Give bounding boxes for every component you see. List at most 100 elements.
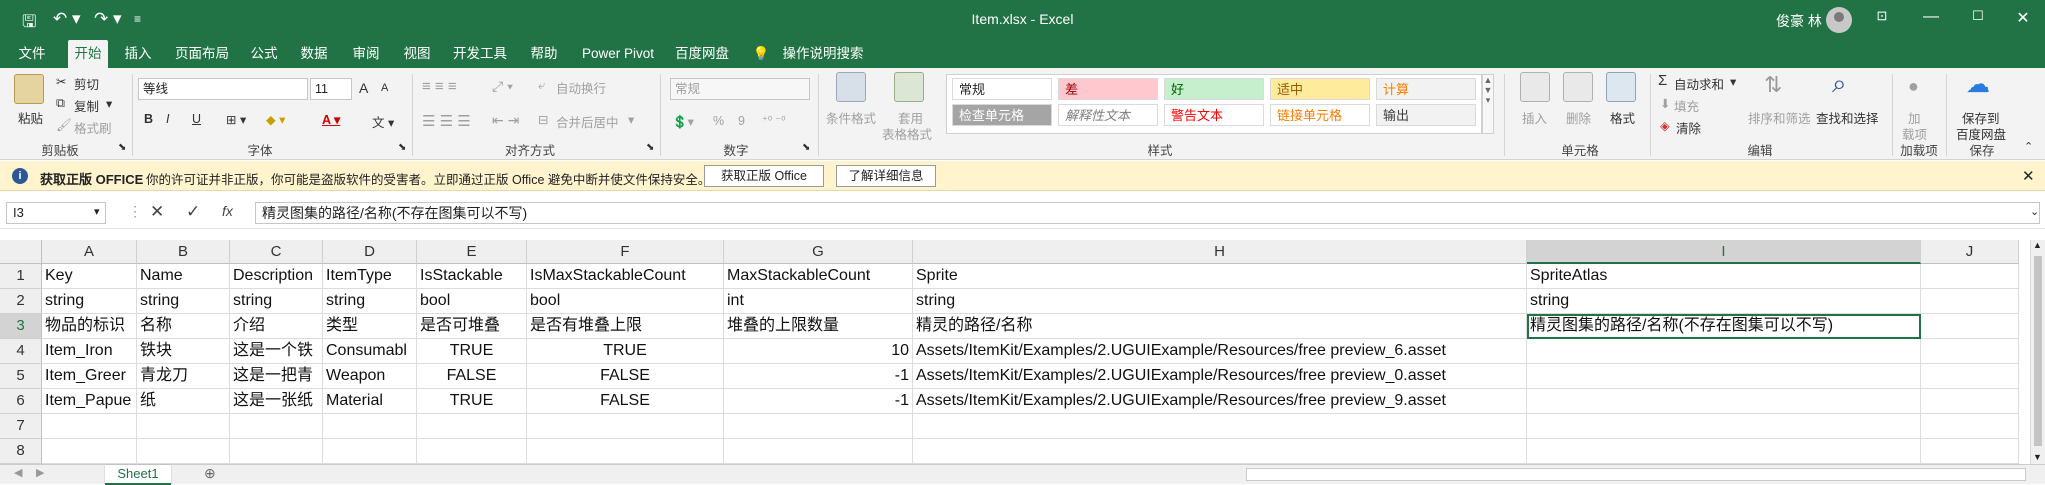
cell-style-5[interactable]: 检查单元格 xyxy=(952,104,1052,126)
maximize-icon[interactable]: ☐ xyxy=(1958,8,1998,24)
cell-style-0[interactable]: 常规 xyxy=(952,78,1052,100)
cell-b2[interactable]: string xyxy=(137,289,230,314)
cell-c2[interactable]: string xyxy=(230,289,323,314)
cell-style-6[interactable]: 解释性文本 xyxy=(1058,104,1158,126)
cell-d2[interactable]: string xyxy=(323,289,417,314)
cell-g1[interactable]: MaxStackableCount xyxy=(724,264,913,289)
sort-filter-icon[interactable]: ⇅ xyxy=(1764,72,1782,98)
next-sheet-icon[interactable]: ▶ xyxy=(36,466,44,479)
cell-f5[interactable]: FALSE xyxy=(527,364,724,389)
cell-c5[interactable]: 这是一把青 xyxy=(230,364,323,389)
cell-style-7[interactable]: 警告文本 xyxy=(1164,104,1264,126)
learn-more-button[interactable]: 了解详细信息 xyxy=(836,165,936,187)
cell-e3[interactable]: 是否可堆叠 xyxy=(417,314,527,339)
cell-e6[interactable]: TRUE xyxy=(417,389,527,414)
tab-formulas[interactable]: 公式 xyxy=(246,40,282,68)
column-header-j[interactable]: J xyxy=(1921,240,2019,264)
close-icon[interactable]: ✕ xyxy=(2003,8,2043,28)
column-header-e[interactable]: E xyxy=(417,240,527,264)
cell-f1[interactable]: IsMaxStackableCount xyxy=(527,264,724,289)
cell-g7[interactable] xyxy=(724,414,913,439)
chevron-down-icon[interactable]: ▾ xyxy=(106,96,112,111)
tell-me-search[interactable]: 操作说明搜索 xyxy=(778,40,868,68)
cell-h6[interactable]: Assets/ItemKit/Examples/2.UGUIExample/Re… xyxy=(913,389,1527,414)
cell-e8[interactable] xyxy=(417,439,527,464)
column-header-b[interactable]: B xyxy=(137,240,230,264)
cell-h2[interactable]: string xyxy=(913,289,1527,314)
cell-h1[interactable]: Sprite xyxy=(913,264,1527,289)
borders-icon[interactable]: ⊞ ▾ xyxy=(226,112,246,127)
avatar[interactable] xyxy=(1826,7,1852,33)
font-size-select[interactable]: 11 xyxy=(310,78,352,100)
cell-i7[interactable] xyxy=(1527,414,1921,439)
fill-color-icon[interactable]: ◆ ▾ xyxy=(266,112,285,127)
insert-cells-button[interactable]: 插入 xyxy=(1522,108,1547,127)
cell-style-8[interactable]: 链接单元格 xyxy=(1270,104,1370,126)
spreadsheet-grid[interactable]: A B C D E F G H I J 1 Key Name Description ItemType IsS… xyxy=(0,240,2030,464)
sort-filter-button[interactable]: 排序和筛选 xyxy=(1748,108,1811,127)
sheet-tab[interactable]: Sheet1 xyxy=(105,465,171,485)
cell-j1[interactable] xyxy=(1921,264,2019,289)
shrink-font-button[interactable]: A xyxy=(381,82,388,94)
cell-j7[interactable] xyxy=(1921,414,2019,439)
insert-function-icon[interactable]: fx xyxy=(222,203,233,219)
cell-h8[interactable] xyxy=(913,439,1527,464)
format-painter-button[interactable]: 格式刷 xyxy=(74,118,112,137)
cell-i4[interactable] xyxy=(1527,339,1921,364)
cell-g6[interactable]: -1 xyxy=(724,389,913,414)
row-header-6[interactable]: 6 xyxy=(0,389,42,414)
tab-review[interactable]: 审阅 xyxy=(348,40,384,68)
paste-icon[interactable] xyxy=(14,74,44,104)
cell-a6[interactable]: Item_Papue xyxy=(42,389,137,414)
format-cells-icon[interactable] xyxy=(1606,72,1636,102)
row-header-1[interactable]: 1 xyxy=(0,264,42,289)
search-icon[interactable]: ⌕ xyxy=(1832,68,1847,100)
close-icon[interactable]: ✕ xyxy=(2022,167,2035,185)
cell-e4[interactable]: TRUE xyxy=(417,339,527,364)
cell-d4[interactable]: Consumabl xyxy=(323,339,417,364)
cell-j4[interactable] xyxy=(1921,339,2019,364)
cell-f3[interactable]: 是否有堆叠上限 xyxy=(527,314,724,339)
tab-power-pivot[interactable]: Power Pivot xyxy=(578,40,658,68)
cell-e5[interactable]: FALSE xyxy=(417,364,527,389)
user-name[interactable]: 俊豪 林 xyxy=(1776,11,1822,31)
cell-a8[interactable] xyxy=(42,439,137,464)
cell-a5[interactable]: Item_Greer xyxy=(42,364,137,389)
chevron-down-icon[interactable]: ▾ xyxy=(628,112,634,127)
cell-f2[interactable]: bool xyxy=(527,289,724,314)
copy-button[interactable]: 复制 xyxy=(74,96,99,115)
cell-h7[interactable] xyxy=(913,414,1527,439)
cell-i2[interactable]: string xyxy=(1527,289,1921,314)
tab-insert[interactable]: 插入 xyxy=(120,40,156,68)
wrap-text-button[interactable]: 自动换行 xyxy=(556,78,606,97)
dialog-launcher-icon[interactable]: ⬊ xyxy=(646,142,654,153)
chevron-down-icon[interactable]: ▾ xyxy=(1730,74,1736,89)
cell-g3[interactable]: 堆叠的上限数量 xyxy=(724,314,913,339)
delete-cells-icon[interactable] xyxy=(1563,72,1593,102)
cell-f4[interactable]: TRUE xyxy=(527,339,724,364)
cell-j3[interactable] xyxy=(1921,314,2019,339)
merge-center-button[interactable]: 合并后居中 xyxy=(556,112,619,131)
cell-j6[interactable] xyxy=(1921,389,2019,414)
font-name-select[interactable]: 等线 xyxy=(138,78,308,100)
column-header-f[interactable]: F xyxy=(527,240,724,264)
dialog-launcher-icon[interactable]: ⬊ xyxy=(118,142,126,153)
left-align-icon[interactable]: ☰ ☰ ☰ xyxy=(422,112,471,130)
column-header-a[interactable]: A xyxy=(42,240,137,264)
cell-a3[interactable]: 物品的标识 xyxy=(42,314,137,339)
tab-data[interactable]: 数据 xyxy=(296,40,332,68)
italic-button[interactable]: I xyxy=(166,112,169,126)
scroll-thumb[interactable] xyxy=(2034,256,2042,446)
cell-a1[interactable]: Key xyxy=(42,264,137,289)
number-format-select[interactable]: 常规 xyxy=(670,78,810,100)
cell-c4[interactable]: 这是一个铁 xyxy=(230,339,323,364)
insert-cells-icon[interactable] xyxy=(1520,72,1550,102)
top-align-icon[interactable]: ≡ ≡ ≡ xyxy=(422,78,457,95)
cell-f7[interactable] xyxy=(527,414,724,439)
column-header-c[interactable]: C xyxy=(230,240,323,264)
dialog-launcher-icon[interactable]: ⬊ xyxy=(398,142,406,153)
cell-c1[interactable]: Description xyxy=(230,264,323,289)
row-header-8[interactable]: 8 xyxy=(0,439,42,464)
merge-icon[interactable]: ⊟ xyxy=(538,112,548,127)
row-header-7[interactable]: 7 xyxy=(0,414,42,439)
